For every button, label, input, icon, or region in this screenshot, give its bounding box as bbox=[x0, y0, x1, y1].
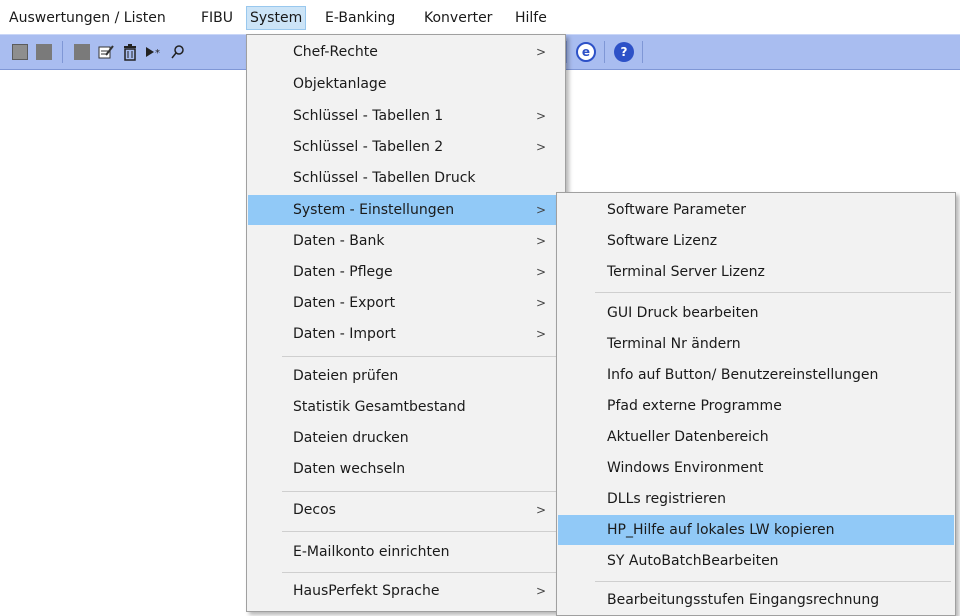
menu-item-decos[interactable]: Decos > bbox=[248, 495, 564, 525]
menu-item-statistik-gesamtbestand[interactable]: Statistik Gesamtbestand bbox=[248, 392, 564, 422]
menu-item-label: Objektanlage bbox=[293, 76, 387, 92]
toolbar-separator bbox=[566, 41, 567, 63]
menu-item-label: Daten - Pflege bbox=[293, 264, 393, 280]
menu-item-software-lizenz[interactable]: Software Lizenz bbox=[558, 226, 954, 256]
menu-item-label: E-Mailkonto einrichten bbox=[293, 544, 450, 560]
chevron-right-icon: > bbox=[535, 203, 546, 217]
menu-item-label: Windows Environment bbox=[607, 460, 764, 476]
menu-item-daten-pflege[interactable]: Daten - Pflege > bbox=[248, 257, 564, 287]
menu-separator bbox=[595, 292, 951, 293]
menu-item-label: Schlüssel - Tabellen 1 bbox=[293, 108, 444, 124]
menu-item-label: Info auf Button/ Benutzereinstellungen bbox=[607, 367, 879, 383]
menu-fibu[interactable]: FIBU bbox=[198, 7, 236, 29]
menu-item-aktueller-datenbereich[interactable]: Aktueller Datenbereich bbox=[558, 422, 954, 452]
menu-item-label: Dateien drucken bbox=[293, 430, 409, 446]
search-icon[interactable] bbox=[168, 42, 188, 62]
menu-item-sy-autobatchbearbeiten[interactable]: SY AutoBatchBearbeiten bbox=[558, 546, 954, 576]
menu-separator bbox=[282, 531, 561, 532]
form-icon[interactable] bbox=[10, 42, 30, 62]
toolbar-separator bbox=[604, 41, 605, 63]
menu-item-bearbeitungsstufen[interactable]: Bearbeitungsstufen Eingangsrechnung bbox=[558, 585, 954, 615]
toolbar-separator bbox=[642, 41, 643, 63]
menu-item-daten-bank[interactable]: Daten - Bank > bbox=[248, 226, 564, 256]
menu-hilfe[interactable]: Hilfe bbox=[512, 7, 550, 29]
menu-item-label: Dateien prüfen bbox=[293, 368, 399, 384]
chevron-right-icon: > bbox=[535, 109, 546, 123]
svg-text:*: * bbox=[155, 48, 160, 59]
help-icon[interactable]: ? bbox=[614, 42, 634, 62]
chevron-right-icon: > bbox=[535, 503, 546, 517]
menu-item-label: Software Lizenz bbox=[607, 233, 718, 249]
menu-item-label: HausPerfekt Sprache bbox=[293, 583, 440, 599]
menu-item-software-parameter[interactable]: Software Parameter bbox=[558, 195, 954, 225]
menu-item-objektanlage[interactable]: Objektanlage bbox=[248, 69, 564, 99]
menu-separator bbox=[282, 572, 561, 573]
system-menu: Chef-Rechte > Objektanlage Schlüssel - Ta… bbox=[246, 34, 566, 612]
menu-item-hausperfekt-sprache[interactable]: HausPerfekt Sprache > bbox=[248, 576, 564, 606]
menu-item-label: Daten - Bank bbox=[293, 233, 385, 249]
menu-item-e-mailkonto-einrichten[interactable]: E-Mailkonto einrichten bbox=[248, 537, 564, 567]
run-icon[interactable]: * bbox=[144, 42, 164, 62]
menu-item-label: Aktueller Datenbereich bbox=[607, 429, 769, 445]
menu-item-system-einstellungen[interactable]: System - Einstellungen > bbox=[248, 195, 564, 225]
menu-konverter[interactable]: Konverter bbox=[421, 7, 495, 29]
gray-square-icon[interactable] bbox=[72, 42, 92, 62]
menu-item-schluessel-tabellen-1[interactable]: Schlüssel - Tabellen 1 > bbox=[248, 101, 564, 131]
menu-item-label: Daten wechseln bbox=[293, 461, 406, 477]
menu-item-schluessel-tabellen-druck[interactable]: Schlüssel - Tabellen Druck bbox=[248, 163, 564, 193]
menu-item-dateien-drucken[interactable]: Dateien drucken bbox=[248, 423, 564, 453]
menu-item-dlls-registrieren[interactable]: DLLs registrieren bbox=[558, 484, 954, 514]
chevron-right-icon: > bbox=[535, 296, 546, 310]
menu-item-daten-export[interactable]: Daten - Export > bbox=[248, 288, 564, 318]
einstellungen-submenu: Software Parameter Software Lizenz Termi… bbox=[556, 192, 956, 616]
menu-item-label: Daten - Export bbox=[293, 295, 396, 311]
menu-separator bbox=[282, 356, 561, 357]
menu-e-banking[interactable]: E-Banking bbox=[322, 7, 398, 29]
menu-item-label: Daten - Import bbox=[293, 326, 396, 342]
menu-item-schluessel-tabellen-2[interactable]: Schlüssel - Tabellen 2 > bbox=[248, 132, 564, 162]
menu-item-label: Bearbeitungsstufen Eingangsrechnung bbox=[607, 592, 880, 608]
menu-item-label: DLLs registrieren bbox=[607, 491, 726, 507]
menu-item-label: Terminal Nr ändern bbox=[607, 336, 741, 352]
menu-system[interactable]: System bbox=[246, 6, 307, 30]
menu-separator bbox=[282, 491, 561, 492]
menu-item-label: System - Einstellungen bbox=[293, 202, 455, 218]
menu-item-label: HP_Hilfe auf lokales LW kopieren bbox=[607, 522, 835, 538]
chevron-right-icon: > bbox=[535, 45, 546, 59]
menu-item-label: Chef-Rechte bbox=[293, 44, 378, 60]
menu-item-daten-wechseln[interactable]: Daten wechseln bbox=[248, 454, 564, 484]
menu-item-label: GUI Druck bearbeiten bbox=[607, 305, 759, 321]
menu-bar: Auswertungen / Listen FIBU System E-Bank… bbox=[0, 0, 960, 34]
toolbar-separator bbox=[62, 41, 63, 63]
chevron-right-icon: > bbox=[535, 327, 546, 341]
menu-item-label: Schlüssel - Tabellen 2 bbox=[293, 139, 444, 155]
chevron-right-icon: > bbox=[535, 265, 546, 279]
trash-icon[interactable] bbox=[120, 42, 140, 62]
menu-item-hp-hilfe-kopieren[interactable]: HP_Hilfe auf lokales LW kopieren bbox=[558, 515, 954, 545]
menu-item-label: Pfad externe Programme bbox=[607, 398, 782, 414]
menu-item-chef-rechte[interactable]: Chef-Rechte > bbox=[248, 37, 564, 67]
menu-item-label: Decos bbox=[293, 502, 336, 518]
menu-item-pfad-externe-programme[interactable]: Pfad externe Programme bbox=[558, 391, 954, 421]
menu-item-label: SY AutoBatchBearbeiten bbox=[607, 553, 779, 569]
menu-auswertungen[interactable]: Auswertungen / Listen bbox=[6, 7, 169, 29]
menu-item-gui-druck-bearbeiten[interactable]: GUI Druck bearbeiten bbox=[558, 298, 954, 328]
chevron-right-icon: > bbox=[535, 140, 546, 154]
edit-icon[interactable] bbox=[96, 42, 116, 62]
menu-item-label: Statistik Gesamtbestand bbox=[293, 399, 466, 415]
gray-square-icon[interactable] bbox=[34, 42, 54, 62]
menu-item-daten-import[interactable]: Daten - Import > bbox=[248, 319, 564, 349]
browser-icon[interactable]: e bbox=[576, 42, 596, 62]
menu-item-label: Terminal Server Lizenz bbox=[607, 264, 765, 280]
menu-item-dateien-pruefen[interactable]: Dateien prüfen bbox=[248, 361, 564, 391]
menu-separator bbox=[595, 581, 951, 582]
menu-item-label: Software Parameter bbox=[607, 202, 747, 218]
chevron-right-icon: > bbox=[535, 234, 546, 248]
menu-item-terminal-nr-aendern[interactable]: Terminal Nr ändern bbox=[558, 329, 954, 359]
menu-item-windows-environment[interactable]: Windows Environment bbox=[558, 453, 954, 483]
chevron-right-icon: > bbox=[535, 584, 546, 598]
menu-item-info-auf-button[interactable]: Info auf Button/ Benutzereinstellungen bbox=[558, 360, 954, 390]
menu-item-terminal-server-lizenz[interactable]: Terminal Server Lizenz bbox=[558, 257, 954, 287]
menu-item-label: Schlüssel - Tabellen Druck bbox=[293, 170, 476, 186]
